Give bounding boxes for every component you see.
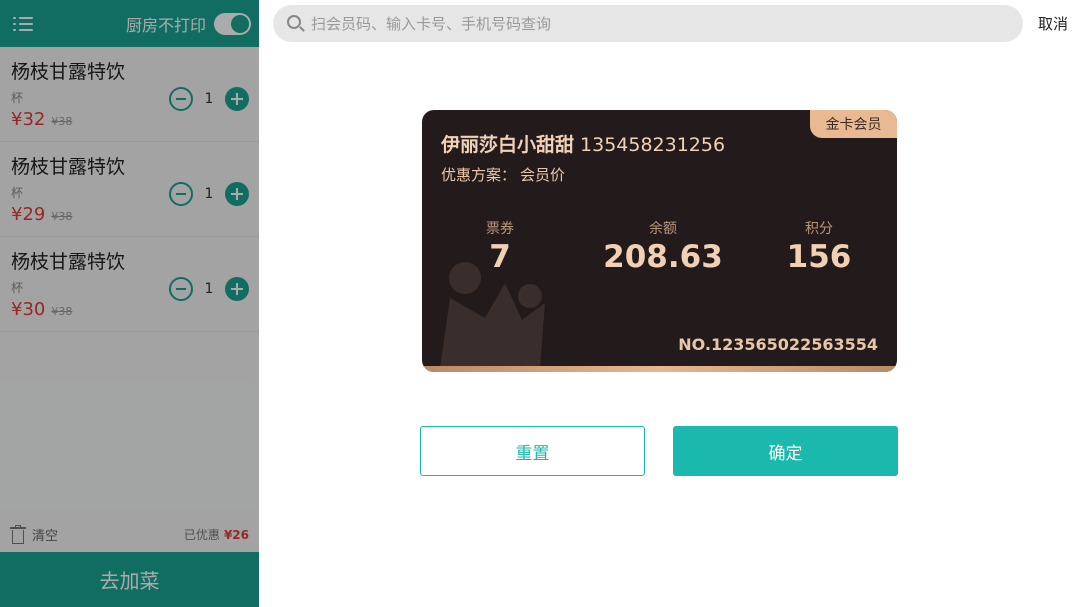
cancel-button[interactable]: 取消 <box>1038 13 1068 34</box>
discount-plan: 优惠方案： 会员价 <box>441 164 565 185</box>
stat-value: 208.63 <box>603 239 723 275</box>
search-icon <box>287 14 305 33</box>
coupon-stat: 票券 7 <box>480 218 520 275</box>
stat-value: 156 <box>786 239 852 275</box>
card-gold-strip <box>422 366 897 372</box>
stat-label: 余额 <box>649 221 677 237</box>
search-bar: 取消 <box>259 0 1080 47</box>
member-card: 金卡会员 伊丽莎白小甜甜 135458231256 优惠方案： 会员价 票券 7 … <box>422 110 897 372</box>
stat-label: 票券 <box>486 221 514 237</box>
dim-overlay <box>0 0 259 607</box>
stat-value: 7 <box>489 239 511 275</box>
card-level-badge: 金卡会员 <box>810 110 897 138</box>
balance-stat: 余额 208.63 <box>598 218 728 275</box>
member-phone: 135458231256 <box>580 134 726 156</box>
plan-label: 优惠方案： <box>441 166 517 184</box>
confirm-button[interactable]: 确定 <box>673 426 898 476</box>
card-number: NO.123565022563554 <box>678 335 878 354</box>
search-box[interactable] <box>273 5 1023 42</box>
stat-label: 积分 <box>805 221 833 237</box>
member-name: 伊丽莎白小甜甜 <box>441 134 575 156</box>
search-input[interactable] <box>311 14 991 33</box>
reset-button[interactable]: 重置 <box>420 426 645 476</box>
plan-value: 会员价 <box>520 166 566 184</box>
points-stat: 积分 156 <box>780 218 858 275</box>
